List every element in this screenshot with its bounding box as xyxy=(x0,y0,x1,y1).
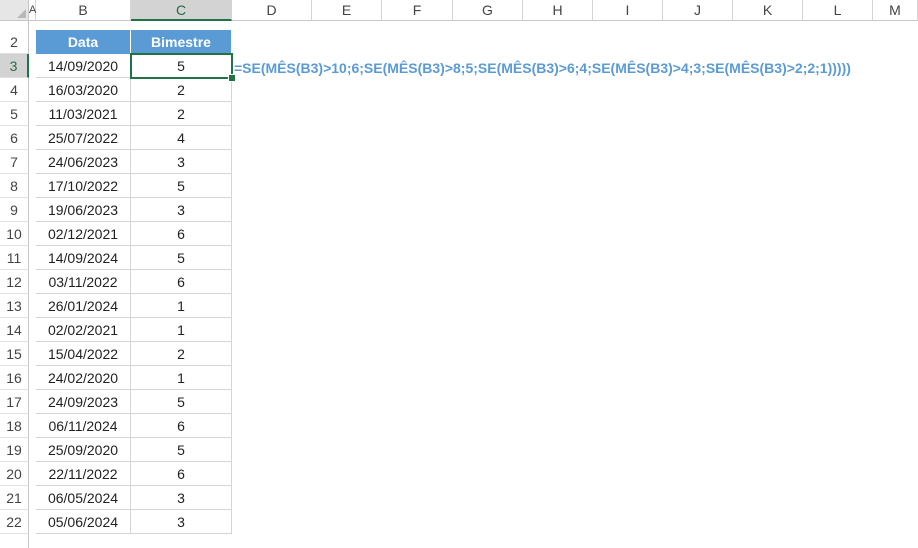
date-cell[interactable]: 06/11/2024 xyxy=(36,414,131,438)
bimestre-cell[interactable]: 6 xyxy=(131,270,232,294)
row-header-20[interactable]: 20 xyxy=(0,462,29,486)
bimestre-cell[interactable]: 2 xyxy=(131,102,232,126)
bimestre-cell[interactable]: 1 xyxy=(131,294,232,318)
date-cell[interactable]: 24/06/2023 xyxy=(36,150,131,174)
date-cell[interactable]: 17/10/2022 xyxy=(36,174,131,198)
row-header-3[interactable]: 3 xyxy=(0,54,29,78)
column-header-l[interactable]: L xyxy=(803,0,873,21)
date-cell[interactable]: 16/03/2020 xyxy=(36,78,131,102)
row-header-9[interactable]: 9 xyxy=(0,198,29,222)
bimestre-cell[interactable]: 5 xyxy=(131,174,232,198)
date-cell[interactable]: 24/09/2023 xyxy=(36,390,131,414)
row-header-tail xyxy=(0,534,29,548)
row-header-7[interactable]: 7 xyxy=(0,150,29,174)
bimestre-cell[interactable]: 1 xyxy=(131,366,232,390)
date-cell[interactable]: 25/07/2022 xyxy=(36,126,131,150)
bimestre-cell[interactable]: 4 xyxy=(131,126,232,150)
bimestre-cell[interactable]: 2 xyxy=(131,78,232,102)
bimestre-cell[interactable]: 2 xyxy=(131,342,232,366)
date-cell[interactable]: 02/12/2021 xyxy=(36,222,131,246)
select-all-triangle-icon xyxy=(17,9,26,18)
column-header-c[interactable]: C xyxy=(131,0,232,21)
bimestre-cell[interactable]: 5 xyxy=(131,246,232,270)
row-header-5[interactable]: 5 xyxy=(0,102,29,126)
date-cell[interactable]: 26/01/2024 xyxy=(36,294,131,318)
column-header-i[interactable]: I xyxy=(593,0,663,21)
bimestre-cell[interactable]: 3 xyxy=(131,486,232,510)
row-header-4[interactable]: 4 xyxy=(0,78,29,102)
date-cell[interactable]: 22/11/2022 xyxy=(36,462,131,486)
column-header-a[interactable]: A xyxy=(29,0,36,21)
date-cell[interactable]: 06/05/2024 xyxy=(36,486,131,510)
formula-annotation: =SE(MÊS(B3)>10;6;SE(MÊS(B3)>8;5;SE(MÊS(B… xyxy=(234,60,851,76)
row-header-13[interactable]: 13 xyxy=(0,294,29,318)
column-header-j[interactable]: J xyxy=(663,0,733,21)
row-header-14[interactable]: 14 xyxy=(0,318,29,342)
bimestre-cell[interactable]: 3 xyxy=(131,510,232,534)
row-header-22[interactable]: 22 xyxy=(0,510,29,534)
column-header-d[interactable]: D xyxy=(232,0,312,21)
date-cell[interactable]: 14/09/2024 xyxy=(36,246,131,270)
row-header-21[interactable]: 21 xyxy=(0,486,29,510)
column-header-g[interactable]: G xyxy=(453,0,523,21)
bimestre-cell[interactable]: 6 xyxy=(131,462,232,486)
date-cell[interactable]: 19/06/2023 xyxy=(36,198,131,222)
table-header-data[interactable]: Data xyxy=(36,30,131,54)
bimestre-cell[interactable]: 5 xyxy=(131,390,232,414)
date-cell[interactable]: 03/11/2022 xyxy=(36,270,131,294)
row-header-2[interactable]: 2 xyxy=(0,30,29,54)
bimestre-cell[interactable]: 6 xyxy=(131,222,232,246)
date-cell[interactable]: 25/09/2020 xyxy=(36,438,131,462)
row-header-18[interactable]: 18 xyxy=(0,414,29,438)
table-header-bimestre[interactable]: Bimestre xyxy=(131,30,232,54)
column-header-e[interactable]: E xyxy=(312,0,382,21)
row-header-8[interactable]: 8 xyxy=(0,174,29,198)
row-header-6[interactable]: 6 xyxy=(0,126,29,150)
column-header-b[interactable]: B xyxy=(36,0,131,21)
date-cell[interactable]: 05/06/2024 xyxy=(36,510,131,534)
bimestre-cell[interactable]: 6 xyxy=(131,414,232,438)
date-cell[interactable]: 15/04/2022 xyxy=(36,342,131,366)
bimestre-cell[interactable]: 5 xyxy=(131,54,232,78)
bimestre-cell[interactable]: 1 xyxy=(131,318,232,342)
row-header-10[interactable]: 10 xyxy=(0,222,29,246)
column-header-f[interactable]: F xyxy=(382,0,453,21)
row-header-11[interactable]: 11 xyxy=(0,246,29,270)
column-header-k[interactable]: K xyxy=(733,0,803,21)
spreadsheet-grid: ABCDEFGHIJKLM 2 3 4 5 6 7 8 9 10 11 12 13 14 15 16 17 18… xyxy=(0,0,918,548)
row-header-16[interactable]: 16 xyxy=(0,366,29,390)
select-all-corner[interactable] xyxy=(0,0,29,21)
row-header-12[interactable]: 12 xyxy=(0,270,29,294)
row-header-19[interactable]: 19 xyxy=(0,438,29,462)
row-header-15[interactable]: 15 xyxy=(0,342,29,366)
column-header-h[interactable]: H xyxy=(523,0,593,21)
column-header-m[interactable]: M xyxy=(873,0,918,21)
bimestre-cell[interactable]: 5 xyxy=(131,438,232,462)
date-cell[interactable]: 14/09/2020 xyxy=(36,54,131,78)
bimestre-cell[interactable]: 3 xyxy=(131,198,232,222)
bimestre-cell[interactable]: 3 xyxy=(131,150,232,174)
date-cell[interactable]: 02/02/2021 xyxy=(36,318,131,342)
date-cell[interactable]: 24/02/2020 xyxy=(36,366,131,390)
date-cell[interactable]: 11/03/2021 xyxy=(36,102,131,126)
row-header-gap xyxy=(0,21,29,30)
row-header-17[interactable]: 17 xyxy=(0,390,29,414)
